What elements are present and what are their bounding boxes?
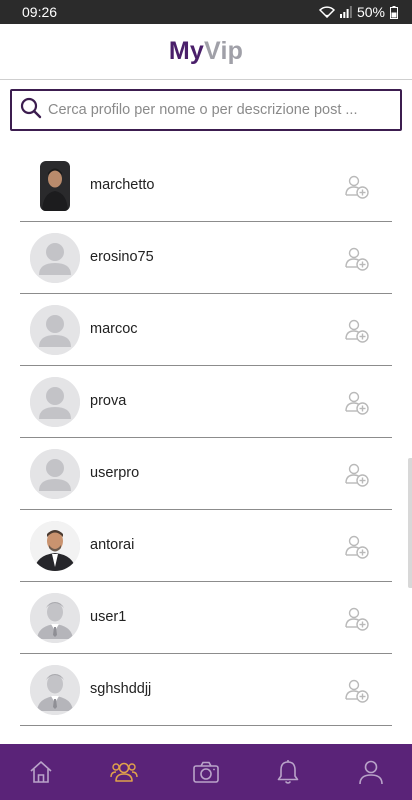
add-friend-button[interactable] <box>342 532 372 562</box>
add-friend-button[interactable] <box>342 316 372 346</box>
avatar <box>30 377 80 427</box>
add-friend-button[interactable] <box>342 172 372 202</box>
add-user-icon <box>345 463 369 487</box>
bell-icon <box>278 760 299 784</box>
list-item[interactable]: user1 <box>20 582 392 654</box>
battery-icon <box>390 5 398 19</box>
list-item[interactable]: marchetto <box>20 150 392 222</box>
avatar <box>30 521 80 571</box>
add-user-icon <box>345 175 369 199</box>
add-friend-button[interactable] <box>342 460 372 490</box>
user-name: userpro <box>90 465 140 481</box>
add-user-icon <box>345 391 369 415</box>
list-item[interactable]: erosino75 <box>20 222 392 294</box>
search-icon <box>20 97 42 124</box>
status-bar: 09:26 50% <box>0 0 412 24</box>
app-title-my: My <box>168 37 205 65</box>
status-icons: 50% <box>318 4 398 20</box>
add-user-icon <box>345 607 369 631</box>
scrollbar[interactable] <box>408 458 412 588</box>
avatar <box>30 593 80 643</box>
search-input[interactable] <box>48 102 388 118</box>
list-item[interactable]: marcoc <box>20 294 392 366</box>
add-user-icon <box>345 319 369 343</box>
search-bar[interactable] <box>10 89 402 131</box>
nav-camera[interactable] <box>181 744 231 800</box>
user-name: prova <box>90 393 127 409</box>
nav-home[interactable] <box>16 744 66 800</box>
list-item[interactable]: sghshddjj <box>20 654 392 726</box>
add-user-icon <box>345 247 369 271</box>
list-item[interactable]: userpro <box>20 438 392 510</box>
status-time: 09:26 <box>22 4 58 20</box>
user-name: sghshddjj <box>90 681 152 697</box>
bottom-nav <box>0 744 412 800</box>
user-name: marchetto <box>90 177 155 193</box>
user-name: user1 <box>90 609 127 625</box>
add-user-icon <box>345 535 369 559</box>
avatar <box>40 161 70 211</box>
list-item[interactable]: prova <box>20 366 392 438</box>
avatar <box>30 305 80 355</box>
avatar <box>30 233 80 283</box>
nav-profile[interactable] <box>346 744 396 800</box>
user-name: erosino75 <box>90 249 154 265</box>
app-header: My Vip <box>0 24 412 80</box>
add-friend-button[interactable] <box>342 244 372 274</box>
user-name: marcoc <box>90 321 138 337</box>
avatar <box>30 449 80 499</box>
camera-icon <box>193 761 219 783</box>
users-icon <box>109 762 138 782</box>
nav-users[interactable] <box>99 744 149 800</box>
avatar <box>30 665 80 715</box>
list-item[interactable]: antorai <box>20 510 392 582</box>
profile-icon <box>358 760 383 785</box>
app-title-vip: Vip <box>204 37 244 65</box>
add-friend-button[interactable] <box>342 604 372 634</box>
battery-percent: 50% <box>356 4 385 20</box>
wifi-icon <box>318 6 335 18</box>
user-list: marchetto erosino75 marcoc prova userpro… <box>0 150 412 726</box>
nav-notifications[interactable] <box>263 744 313 800</box>
add-user-icon <box>345 679 369 703</box>
user-name: antorai <box>90 537 135 553</box>
add-friend-button[interactable] <box>342 676 372 706</box>
signal-icon <box>339 6 352 18</box>
add-friend-button[interactable] <box>342 388 372 418</box>
home-icon <box>30 761 52 783</box>
